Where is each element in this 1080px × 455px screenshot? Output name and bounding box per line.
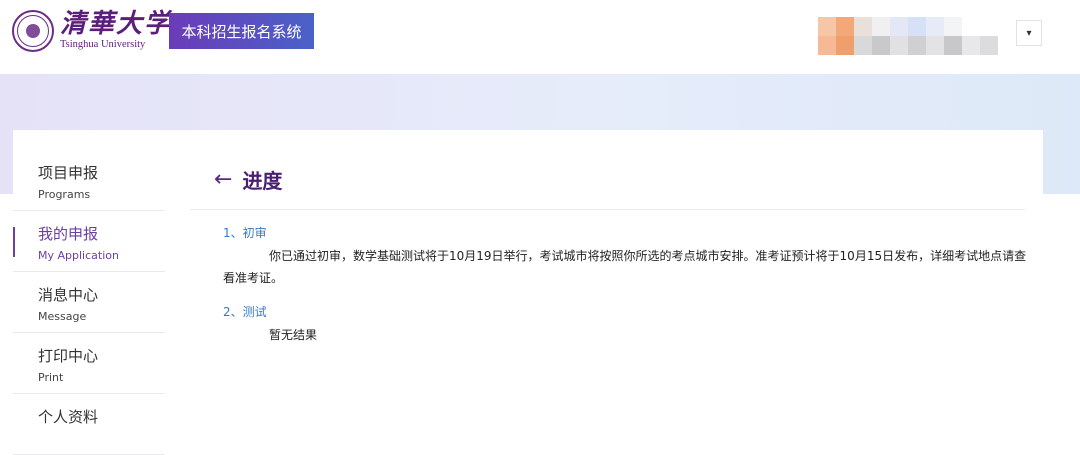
progress-content: 1、初审 你已通过初审，数学基础测试将于10月19日举行，考试城市将按照你所选的… [223,224,1033,346]
caret-down-icon: ▾ [1026,27,1032,39]
sidebar-item-sublabel: My Application [38,249,119,262]
university-seal-icon [12,10,54,52]
page-header: ← 进度 [190,150,1025,210]
section-body: 暂无结果 [269,328,318,342]
sidebar-item-label: 消息中心 [38,286,99,304]
sidebar: 项目申报 Programs 我的申报 My Application 消息中心 M… [13,150,165,455]
sidebar-item-my-application[interactable]: 我的申报 My Application [13,211,165,272]
top-header: 清華大学 Tsinghua University 本科招生报名系统 ▾ [0,0,1080,74]
logo-chinese-name: 清華大学 [60,9,173,40]
sidebar-item-label: 我的申报 [38,225,99,243]
user-avatar-blurred[interactable] [818,17,998,55]
progress-section-test: 2、测试 暂无结果 [223,303,1033,346]
section-title: 1、初审 [223,226,267,240]
sidebar-item-print[interactable]: 打印中心 Print [13,333,165,394]
sidebar-item-profile[interactable]: 个人资料 [13,394,165,455]
system-title-badge[interactable]: 本科招生报名系统 [169,13,314,49]
sidebar-item-sublabel: Message [38,310,87,323]
sidebar-item-programs[interactable]: 项目申报 Programs [13,150,165,211]
user-menu-dropdown-button[interactable]: ▾ [1016,20,1042,46]
sidebar-item-label: 个人资料 [38,408,99,426]
sidebar-item-sublabel: Print [38,371,64,384]
sidebar-item-sublabel: Programs [38,188,91,201]
sidebar-item-message[interactable]: 消息中心 Message [13,272,165,333]
section-body: 你已通过初审，数学基础测试将于10月19日举行，考试城市将按照你所选的考点城市安… [223,249,1027,285]
sidebar-item-label: 打印中心 [38,347,99,365]
logo-english-name: Tsinghua University [60,39,146,51]
progress-section-first-review: 1、初审 你已通过初审，数学基础测试将于10月19日举行，考试城市将按照你所选的… [223,224,1033,289]
sidebar-item-label: 项目申报 [38,164,99,182]
university-logo[interactable]: 清華大学 Tsinghua University [12,10,172,52]
page-title: 进度 [242,169,283,193]
section-title: 2、测试 [223,305,267,319]
back-arrow-icon[interactable]: ← [214,168,232,191]
